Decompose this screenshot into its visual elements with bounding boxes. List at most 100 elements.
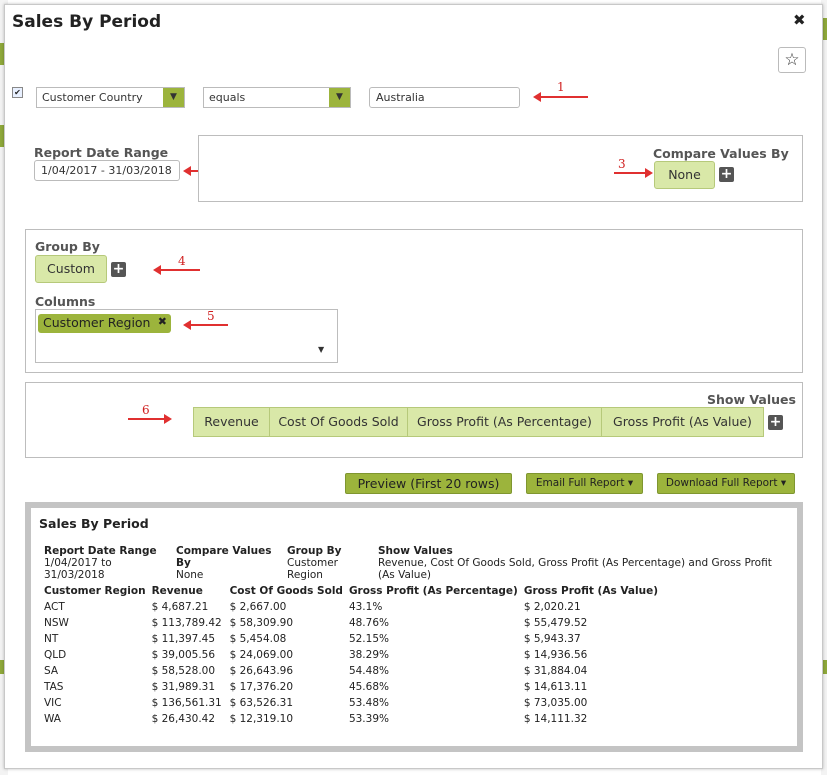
value-gross-profit-percentage[interactable]: Gross Profit (As Percentage): [407, 407, 602, 437]
column-header: Gross Profit (As Percentage): [348, 585, 518, 597]
table-cell: $ 14,613.11: [523, 681, 588, 693]
filter-value-text: Australia: [376, 91, 425, 104]
date-range-input[interactable]: 1/04/2017 - 31/03/2018: [34, 160, 180, 181]
table-cell: 43.1%: [348, 601, 383, 613]
annotation-number-6: 6: [142, 403, 150, 417]
table-cell: VIC: [44, 697, 62, 709]
table-cell: 54.48%: [348, 665, 389, 677]
column-header: Cost Of Goods Sold: [229, 585, 343, 597]
compare-none-button[interactable]: None: [654, 161, 715, 189]
table-cell: 45.68%: [348, 681, 389, 693]
table-cell: $ 17,376.20: [229, 681, 294, 693]
table-row: SA $ 58,528.00 $ 26,643.96 54.48% $ 31,884.0…: [41, 663, 661, 679]
show-values-label: Show Values: [707, 392, 796, 407]
table-cell: $ 31,884.04: [523, 665, 588, 677]
report-meta-date-range: Report Date Range 1/04/2017 to 31/03/201…: [44, 545, 169, 581]
table-cell: 53.39%: [348, 713, 389, 725]
table-cell: 53.48%: [348, 697, 389, 709]
meta-value: Customer Region: [287, 557, 339, 581]
star-icon[interactable]: ☆: [778, 47, 806, 73]
column-header: Gross Profit (As Value): [523, 585, 659, 597]
value-gross-profit-value[interactable]: Gross Profit (As Value): [601, 407, 764, 437]
table-row: NT $ 11,397.45 $ 5,454.08 52.15% $ 5,943.37: [41, 631, 661, 647]
annotation-arrow-6: [128, 414, 172, 424]
table-cell: SA: [44, 665, 59, 677]
table-cell: $ 26,643.96: [229, 665, 294, 677]
add-value-icon[interactable]: +: [768, 415, 783, 430]
annotation-arrow-1: [533, 92, 588, 102]
caret-down-icon: ▾: [627, 477, 634, 489]
table-cell: $ 12,319.10: [229, 713, 294, 725]
table-row: NSW $ 113,789.42 $ 58,309.90 48.76% $ 55,479…: [41, 615, 661, 631]
filter-field-select[interactable]: Customer Country ▼: [36, 87, 185, 108]
table-cell: $ 73,035.00: [523, 697, 588, 709]
date-range-label: Report Date Range: [34, 145, 169, 160]
annotation-arrow-5: [183, 320, 228, 330]
close-icon[interactable]: ✖: [793, 11, 806, 29]
table-row: WA $ 26,430.42 $ 12,319.10 53.39% $ 14,111.3…: [41, 711, 661, 727]
group-by-label: Group By: [35, 239, 100, 254]
table-cell: 48.76%: [348, 617, 389, 629]
table-cell: QLD: [44, 649, 67, 661]
meta-label: Compare Values By: [176, 545, 272, 569]
table-cell: $ 5,454.08: [229, 633, 287, 645]
table-cell: $ 63,526.31: [229, 697, 294, 709]
chevron-down-icon[interactable]: ▼: [163, 88, 184, 107]
report-meta-group: Group By Customer Region: [287, 545, 357, 581]
report-meta-compare: Compare Values By None: [176, 545, 276, 581]
filter-operator-select[interactable]: equals ▼: [203, 87, 351, 108]
table-cell: $ 58,528.00: [151, 665, 216, 677]
chevron-down-icon[interactable]: ▼: [318, 345, 324, 354]
meta-label: Group By: [287, 545, 342, 557]
table-cell: $ 26,430.42: [151, 713, 216, 725]
annotation-number-5: 5: [207, 309, 215, 323]
group-by-custom-button[interactable]: Custom: [35, 255, 107, 283]
table-header-row: Customer Region Revenue Cost Of Goods So…: [41, 583, 661, 599]
table-cell: NT: [44, 633, 59, 645]
table-cell: $ 2,667.00: [229, 601, 287, 613]
table-cell: WA: [44, 713, 61, 725]
remove-tag-icon[interactable]: ✖: [158, 315, 167, 328]
value-revenue[interactable]: Revenue: [193, 407, 270, 437]
meta-value: 1/04/2017 to 31/03/2018: [44, 557, 112, 581]
table-row: ACT $ 4,687.21 $ 2,667.00 43.1% $ 2,020.21: [41, 599, 661, 615]
table-cell: $ 55,479.52: [523, 617, 588, 629]
table-cell: $ 113,789.42: [151, 617, 222, 629]
filter-value-input[interactable]: Australia: [369, 87, 520, 108]
chevron-down-icon[interactable]: ▼: [329, 88, 350, 107]
table-cell: $ 136,561.31: [151, 697, 222, 709]
value-cost-of-goods-sold[interactable]: Cost Of Goods Sold: [269, 407, 408, 437]
table-cell: 52.15%: [348, 633, 389, 645]
download-report-label: Download Full Report: [665, 477, 778, 489]
add-compare-icon[interactable]: +: [719, 167, 734, 182]
table-row: QLD $ 39,005.56 $ 24,069.00 38.29% $ 14,936.…: [41, 647, 661, 663]
annotation-arrow-3: [614, 168, 653, 178]
email-report-label: Email Full Report: [535, 477, 625, 489]
filter-operator-value: equals: [209, 91, 246, 104]
table-cell: $ 39,005.56: [151, 649, 216, 661]
annotation-number-4: 4: [178, 254, 186, 268]
caret-down-icon: ▾: [780, 477, 787, 489]
add-group-icon[interactable]: +: [111, 262, 126, 277]
meta-value: Revenue, Cost Of Goods Sold, Gross Profi…: [378, 557, 772, 581]
annotation-number-3: 3: [618, 157, 626, 171]
table-cell: $ 5,943.37: [523, 633, 581, 645]
columns-label: Columns: [35, 294, 96, 309]
dialog-title: Sales By Period: [12, 12, 162, 32]
table-cell: 38.29%: [348, 649, 389, 661]
filter-field-value: Customer Country: [42, 91, 143, 104]
filter-enabled-checkbox[interactable]: ✔: [12, 87, 23, 98]
download-report-button[interactable]: Download Full Report ▾: [657, 473, 795, 494]
email-report-button[interactable]: Email Full Report ▾: [526, 473, 643, 494]
table-cell: $ 11,397.45: [151, 633, 216, 645]
table-cell: TAS: [44, 681, 64, 693]
table-cell: $ 31,989.31: [151, 681, 216, 693]
meta-label: Report Date Range: [44, 545, 157, 557]
column-tag-label: Customer Region: [43, 315, 151, 330]
date-range-value: 1/04/2017 - 31/03/2018: [41, 164, 172, 177]
table-cell: $ 2,020.21: [523, 601, 581, 613]
table-cell: $ 4,687.21: [151, 601, 209, 613]
column-header: Revenue: [151, 585, 203, 597]
annotation-number-1: 1: [557, 80, 565, 94]
preview-button[interactable]: Preview (First 20 rows): [345, 473, 512, 494]
